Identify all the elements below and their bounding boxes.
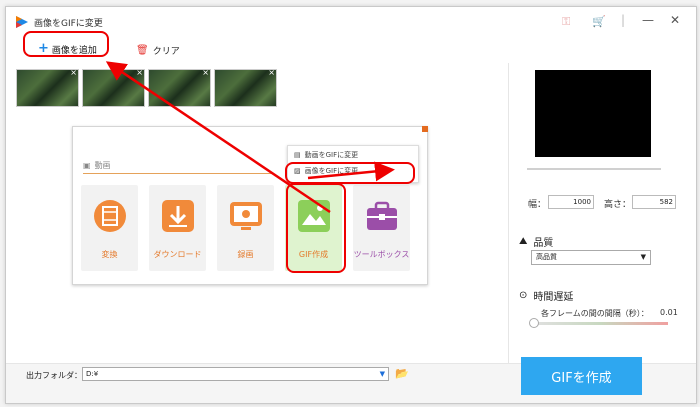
thumbnail-strip: × × × × xyxy=(16,68,277,107)
minimize-button[interactable]: — xyxy=(642,13,654,27)
frame-interval-value: 0.01 xyxy=(660,308,678,317)
delay-label: 時間遅延 xyxy=(533,292,574,303)
embedded-section: ▣ 動画 xyxy=(83,160,111,171)
menu-item-label: 動画をGIFに変更 xyxy=(304,151,359,159)
title-bar: 画像をGIFに変更 ⚿ 🛒 | — ✕ xyxy=(6,7,696,38)
create-gif-button[interactable]: GIFを作成 xyxy=(521,357,642,395)
chevron-down-icon[interactable]: ▼ xyxy=(380,368,385,380)
tile-label: ツールボックス xyxy=(353,250,410,259)
frame-interval-label: 各フレームの間の間隔（秒）： xyxy=(541,309,649,318)
remove-thumbnail-icon[interactable]: × xyxy=(136,68,143,77)
image-thumbnail[interactable]: × xyxy=(148,68,211,107)
film-icon xyxy=(94,200,126,232)
video-icon: ▣ xyxy=(83,161,91,170)
tile-toolbox[interactable]: ツールボックス xyxy=(353,185,410,271)
menu-item-highlight xyxy=(285,162,415,184)
trash-icon: 🗑 xyxy=(136,45,149,56)
tile-label: 変換 xyxy=(101,250,118,259)
download-icon xyxy=(162,200,194,232)
remove-thumbnail-icon[interactable]: × xyxy=(70,68,77,77)
preview-window xyxy=(535,70,651,157)
delay-slider-track[interactable] xyxy=(533,322,668,325)
clear-button[interactable]: 🗑 クリア xyxy=(136,44,180,57)
output-folder-value: D:¥ xyxy=(86,370,99,378)
embedded-screenshot: ▣ 動画 変換 ダウンロード 録画 GIF作成 ツールボックス ▤ 動画をGIF… xyxy=(72,126,428,285)
tile-download[interactable]: ダウンロード xyxy=(149,185,206,271)
toolbox-icon xyxy=(367,201,397,230)
clear-label: クリア xyxy=(152,47,180,57)
close-button[interactable]: ✕ xyxy=(670,13,680,27)
folder-icon[interactable]: 📂 xyxy=(395,367,409,380)
remove-thumbnail-icon[interactable]: × xyxy=(268,68,275,77)
clock-icon: ⊙ xyxy=(519,290,528,301)
quality-value: 高品質 xyxy=(536,253,557,261)
menu-item-video-to-gif[interactable]: ▤ 動画をGIFに変更 xyxy=(294,150,358,160)
image-thumbnail[interactable]: × xyxy=(16,68,79,107)
window-title: 画像をGIFに変更 xyxy=(34,19,103,29)
delay-section: ⊙ 時間遅延 xyxy=(519,288,573,303)
quality-section: ⛰ 品質 xyxy=(519,234,553,249)
image-thumbnail[interactable]: × xyxy=(82,68,145,107)
corner-accent xyxy=(422,126,428,132)
add-button-highlight xyxy=(23,31,109,57)
app-logo-icon xyxy=(16,16,28,28)
divider: | xyxy=(621,13,626,27)
width-input[interactable]: 1000 xyxy=(548,195,594,209)
toolbar: + 画像を追加 🗑 クリア xyxy=(6,37,696,64)
tile-convert[interactable]: 変換 xyxy=(81,185,138,271)
key-icon[interactable]: ⚿ xyxy=(562,15,570,29)
embedded-section-label: 動画 xyxy=(94,161,111,170)
width-label: 幅： xyxy=(528,200,547,210)
output-folder-field[interactable]: D:¥ ▼ xyxy=(82,367,389,381)
height-input[interactable]: 582 xyxy=(632,195,676,209)
delay-slider-knob[interactable] xyxy=(529,318,539,328)
image-icon: ⛰ xyxy=(519,236,528,247)
film-icon: ▤ xyxy=(294,151,301,159)
quality-label: 品質 xyxy=(533,238,554,249)
remove-thumbnail-icon[interactable]: × xyxy=(202,68,209,77)
section-underline xyxy=(83,173,273,174)
tile-label: ダウンロード xyxy=(153,250,202,259)
image-thumbnail[interactable]: × xyxy=(214,68,277,107)
preview-divider xyxy=(527,168,661,170)
quality-select[interactable]: 高品質 ▼ xyxy=(531,250,651,265)
screen-record-icon xyxy=(230,202,262,230)
height-label: 高さ： xyxy=(604,200,632,210)
output-folder-label: 出力フォルダ： xyxy=(26,371,82,380)
gif-tile-highlight xyxy=(286,183,346,273)
cart-icon[interactable]: 🛒 xyxy=(592,15,606,28)
chevron-down-icon: ▼ xyxy=(640,253,646,261)
tile-record[interactable]: 録画 xyxy=(217,185,274,271)
tile-label: 録画 xyxy=(237,250,254,259)
